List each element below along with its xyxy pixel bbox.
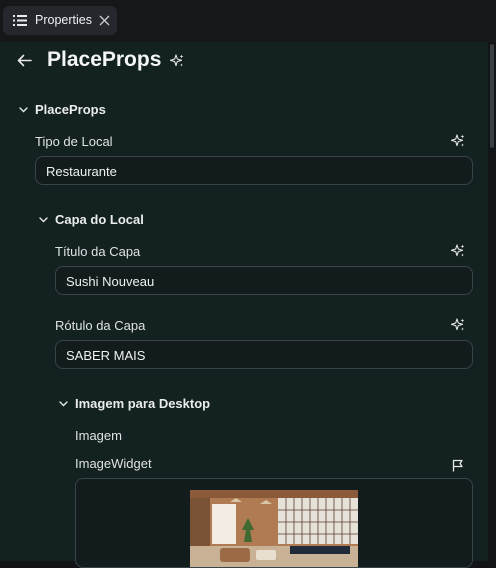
chevron-down-icon[interactable] — [19, 107, 28, 113]
restaurant-image[interactable] — [190, 490, 358, 568]
flag-icon[interactable] — [452, 459, 464, 472]
sparkle-icon[interactable] — [451, 244, 465, 258]
chevron-down-icon[interactable] — [59, 401, 68, 407]
tab-properties[interactable]: Properties — [3, 6, 117, 35]
tab-bar: Properties — [0, 0, 496, 43]
scrollbar-thumb[interactable] — [490, 44, 494, 148]
titulo-da-capa-input[interactable]: Sushi Nouveau — [55, 266, 473, 295]
page-title: PlaceProps — [47, 48, 162, 71]
sparkle-icon[interactable] — [451, 134, 465, 148]
sparkle-icon[interactable] — [170, 54, 184, 68]
titulo-da-capa-label: Título da Capa — [55, 244, 141, 259]
chevron-down-icon[interactable] — [39, 217, 48, 223]
imagem-label: Imagem — [75, 428, 122, 443]
image-widget-box[interactable] — [75, 478, 473, 568]
image-widget-label: ImageWidget — [75, 456, 152, 471]
section-capa-do-local[interactable]: Capa do Local — [55, 212, 144, 227]
list-icon — [13, 15, 27, 26]
tab-label: Properties — [35, 13, 92, 27]
sparkle-icon[interactable] — [451, 318, 465, 332]
close-icon[interactable] — [99, 15, 110, 26]
tipo-de-local-input[interactable]: Restaurante — [35, 156, 473, 185]
tipo-de-local-label: Tipo de Local — [35, 134, 113, 149]
section-placeprops[interactable]: PlaceProps — [35, 102, 106, 117]
arrow-left-icon[interactable] — [17, 54, 32, 67]
rotulo-da-capa-input[interactable]: SABER MAIS — [55, 340, 473, 369]
rotulo-da-capa-label: Rótulo da Capa — [55, 318, 146, 333]
section-imagem-para-desktop[interactable]: Imagem para Desktop — [75, 396, 210, 411]
